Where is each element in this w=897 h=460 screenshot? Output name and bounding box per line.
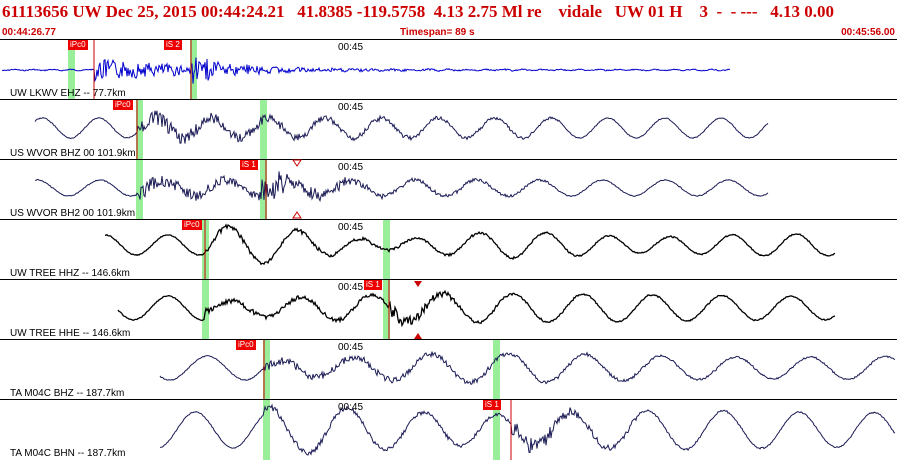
trace-waveform <box>1 57 730 84</box>
s-pick-flag[interactable]: iS 1 <box>364 280 382 290</box>
channel-label: UW TREE HHZ -- 146.6km <box>10 268 130 279</box>
time-tick-label: 00:45 <box>338 402 364 413</box>
channel-label: UW TREE HHE -- 146.6km <box>10 328 131 339</box>
time-tick-label: 00:45 <box>338 282 364 293</box>
s-pick-flag[interactable]: iS 1 <box>240 160 258 170</box>
p-pick-flag[interactable]: iPc0 <box>113 100 133 110</box>
amplitude-marker-icon <box>292 159 302 167</box>
channel-label: US WVOR BH2 00 101.9km <box>10 208 136 219</box>
time-tick-label: 00:45 <box>338 222 364 233</box>
time-tick-label: 00:45 <box>338 342 364 353</box>
time-tick-label: 00:45 <box>338 42 364 53</box>
amplitude-marker-icon <box>414 333 422 339</box>
p-pick-flag[interactable]: iPc0 <box>236 340 256 350</box>
channel-label: TA M04C BHZ -- 187.7km <box>10 388 125 399</box>
p-pick-flag[interactable]: iPc0 <box>182 220 202 230</box>
amplitude-marker-icon <box>292 211 302 219</box>
trace-waveform <box>34 171 769 203</box>
channel-label: TA M04C BHN -- 187.7km <box>10 448 126 459</box>
channel-label: US WVOR BHZ 00 101.9km <box>10 148 136 159</box>
s-pick-flag[interactable]: iS 2 <box>164 40 182 50</box>
trace-waveform <box>159 403 896 456</box>
time-tick-label: 00:45 <box>338 162 364 173</box>
trace-waveform <box>117 289 836 328</box>
amplitude-marker-icon <box>414 281 422 287</box>
s-pick-flag[interactable]: iS 1 <box>483 400 501 410</box>
time-tick-label: 00:45 <box>338 102 364 113</box>
trace-waveform <box>159 351 896 385</box>
channel-label: UW LKWV EHZ -- 77.7km <box>10 88 126 99</box>
trace-waveform <box>104 223 836 266</box>
p-pick-flag[interactable]: iPc0 <box>68 40 88 50</box>
trace-waveform <box>34 110 769 144</box>
seismogram-traces <box>1 40 896 460</box>
